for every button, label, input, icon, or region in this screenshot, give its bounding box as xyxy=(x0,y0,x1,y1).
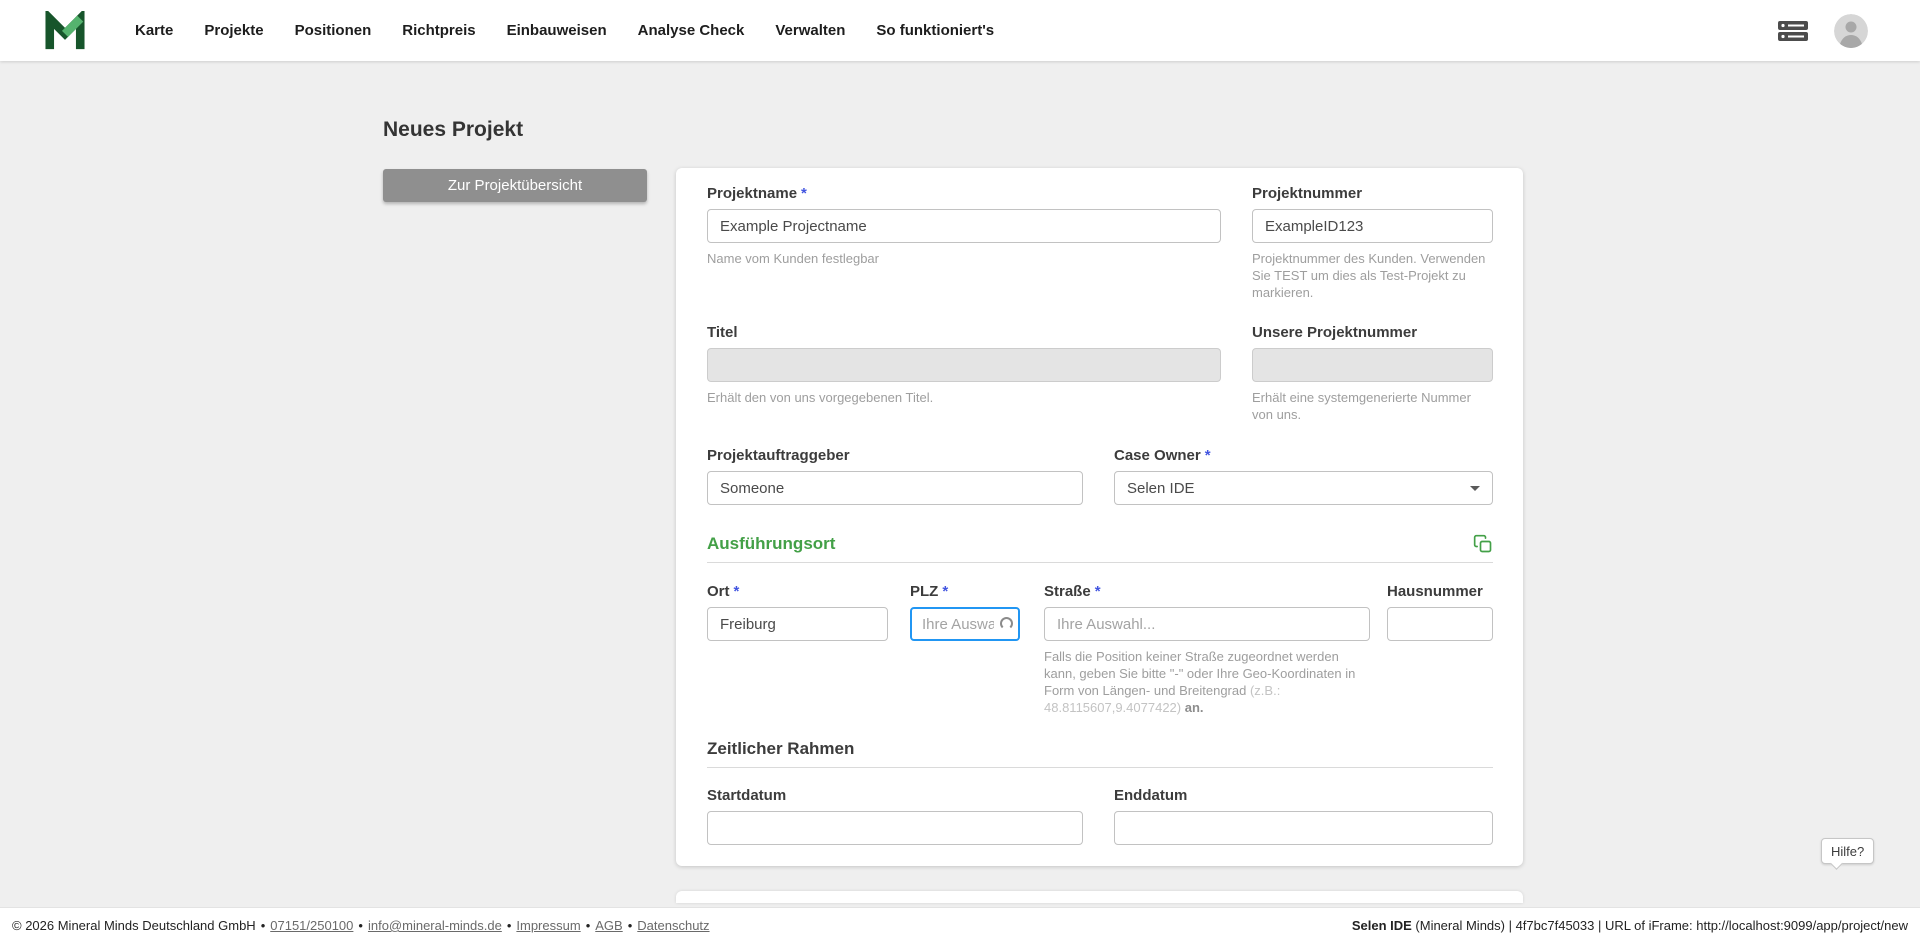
copy-icon[interactable] xyxy=(1473,534,1493,554)
enddatum-label: Enddatum xyxy=(1114,787,1188,804)
footer-datenschutz-link[interactable]: Datenschutz xyxy=(637,918,709,933)
plz-label: PLZ * xyxy=(910,583,949,600)
footer: © 2026 Mineral Minds Deutschland GmbH • 07… xyxy=(0,907,1920,943)
projektnummer-input[interactable] xyxy=(1252,209,1493,243)
ort-input[interactable] xyxy=(707,607,888,641)
projektnummer-helper: Projektnummer des Kunden. Verwenden Sie … xyxy=(1252,251,1486,301)
field-titel: Titel Erhält den von uns vorgegebenen Ti… xyxy=(707,324,1221,406)
field-startdatum: Startdatum xyxy=(707,787,1083,845)
nav-menu: Karte Projekte Positionen Richtpreis Ein… xyxy=(135,22,994,39)
next-card-edge xyxy=(676,891,1523,903)
separator: • xyxy=(358,918,363,933)
projektauftraggeber-input[interactable] xyxy=(707,471,1083,505)
nav-item-verwalten[interactable]: Verwalten xyxy=(775,22,845,39)
required-marker: * xyxy=(801,185,807,202)
separator: • xyxy=(585,918,591,933)
strasse-input[interactable] xyxy=(1044,607,1370,641)
field-projektnummer: Projektnummer Projektnummer des Kunden. … xyxy=(1252,185,1493,301)
nav-right-actions xyxy=(1778,13,1868,48)
startdatum-input[interactable] xyxy=(707,811,1083,845)
required-marker: * xyxy=(942,583,949,600)
copyright-text: © 2026 Mineral Minds Deutschland GmbH xyxy=(12,918,256,933)
nav-item-richtpreis[interactable]: Richtpreis xyxy=(402,22,475,39)
nav-item-karte[interactable]: Karte xyxy=(135,22,173,39)
session-info: Selen IDE (Mineral Minds) | 4f7bc7f45033… xyxy=(1352,918,1908,933)
page-title: Neues Projekt xyxy=(383,118,524,141)
required-marker: * xyxy=(1094,583,1101,600)
field-plz: PLZ * xyxy=(910,583,1020,641)
field-projektauftraggeber: Projektauftraggeber xyxy=(707,447,1083,505)
zeitlicher-rahmen-title: Zeitlicher Rahmen xyxy=(707,739,855,758)
field-case-owner: Case Owner * Selen IDE xyxy=(1114,447,1493,505)
required-marker: * xyxy=(1204,447,1211,464)
chevron-down-icon xyxy=(1470,485,1480,491)
hausnummer-label: Hausnummer xyxy=(1387,583,1483,600)
projektname-label: Projektname * xyxy=(707,185,807,202)
field-projektname: Projektname* Name vom Kunden festlegbar xyxy=(707,185,1221,267)
back-to-project-overview-button[interactable]: Zur Projektübersicht xyxy=(383,169,647,202)
projektname-input[interactable] xyxy=(707,209,1221,243)
unsere-projektnummer-label: Unsere Projektnummer xyxy=(1252,324,1418,341)
new-project-form-card: Projektname* Name vom Kunden festlegbar … xyxy=(676,168,1523,866)
nav-item-so-funktionierts[interactable]: So funktioniert's xyxy=(876,22,994,39)
case-owner-value: Selen IDE xyxy=(1127,479,1195,497)
projektauftraggeber-label: Projektauftraggeber xyxy=(707,447,850,464)
section-ausfuehrungsort-header: Ausführungsort xyxy=(707,534,1493,563)
unsere-projektnummer-helper: Erhält eine systemgenerierte Nummer von … xyxy=(1252,390,1471,423)
footer-phone-link[interactable]: 07151/250100 xyxy=(270,918,353,933)
case-owner-label: Case Owner * xyxy=(1114,447,1211,464)
help-button[interactable]: Hilfe? xyxy=(1821,838,1875,864)
help-label: Hilfe? xyxy=(1831,843,1865,859)
field-unsere-projektnummer: Unsere Projektnummer Erhält eine systemg… xyxy=(1252,324,1493,423)
field-strasse: Straße* Falls die Position keiner Straße… xyxy=(1044,583,1370,717)
separator: • xyxy=(260,918,266,933)
section-zeitlicher-rahmen-header: Zeitlicher Rahmen xyxy=(707,739,1493,768)
titel-input xyxy=(707,348,1221,382)
projektnummer-label: Projektnummer xyxy=(1252,185,1363,202)
enddatum-input[interactable] xyxy=(1114,811,1493,845)
server-icon[interactable] xyxy=(1778,20,1808,41)
ausfuehrungsort-title: Ausführungsort xyxy=(707,534,836,553)
projektname-helper: Name vom Kunden festlegbar xyxy=(707,251,879,266)
field-hausnummer: Hausnummer xyxy=(1387,583,1493,641)
startdatum-label: Startdatum xyxy=(707,787,787,804)
strasse-label: Straße * xyxy=(1044,583,1101,600)
separator: • xyxy=(506,918,512,933)
top-nav: Karte Projekte Positionen Richtpreis Ein… xyxy=(0,0,1920,61)
titel-label: Titel xyxy=(707,324,738,341)
strasse-helper: Falls die Position keiner Straße zugeord… xyxy=(1044,649,1356,716)
ort-label: Ort * xyxy=(707,583,740,600)
titel-helper: Erhält den von uns vorgegebenen Titel. xyxy=(707,390,934,405)
nav-item-analyse-check[interactable]: Analyse Check xyxy=(638,22,745,39)
field-enddatum: Enddatum xyxy=(1114,787,1493,845)
user-avatar-icon[interactable] xyxy=(1834,13,1868,48)
unsere-projektnummer-input xyxy=(1252,348,1493,382)
footer-legal: © 2026 Mineral Minds Deutschland GmbH • 07… xyxy=(12,918,710,933)
nav-item-projekte[interactable]: Projekte xyxy=(204,22,263,39)
nav-item-positionen[interactable]: Positionen xyxy=(295,22,372,39)
loading-spinner-icon xyxy=(1000,617,1013,630)
required-marker: * xyxy=(733,583,740,600)
nav-item-einbauweisen[interactable]: Einbauweisen xyxy=(507,22,607,39)
session-user: Selen IDE xyxy=(1351,918,1412,933)
footer-email-link[interactable]: info@mineral-minds.de xyxy=(368,918,502,933)
footer-agb-link[interactable]: AGB xyxy=(595,918,622,933)
hausnummer-input[interactable] xyxy=(1387,607,1493,641)
case-owner-select[interactable]: Selen IDE xyxy=(1114,471,1493,505)
separator: • xyxy=(627,918,633,933)
session-details: (Mineral Minds) | 4f7bc7f45033 | URL of … xyxy=(1411,918,1908,933)
field-ort: Ort * xyxy=(707,583,888,641)
footer-impressum-link[interactable]: Impressum xyxy=(516,918,580,933)
mineral-minds-logo-icon[interactable] xyxy=(44,7,86,51)
